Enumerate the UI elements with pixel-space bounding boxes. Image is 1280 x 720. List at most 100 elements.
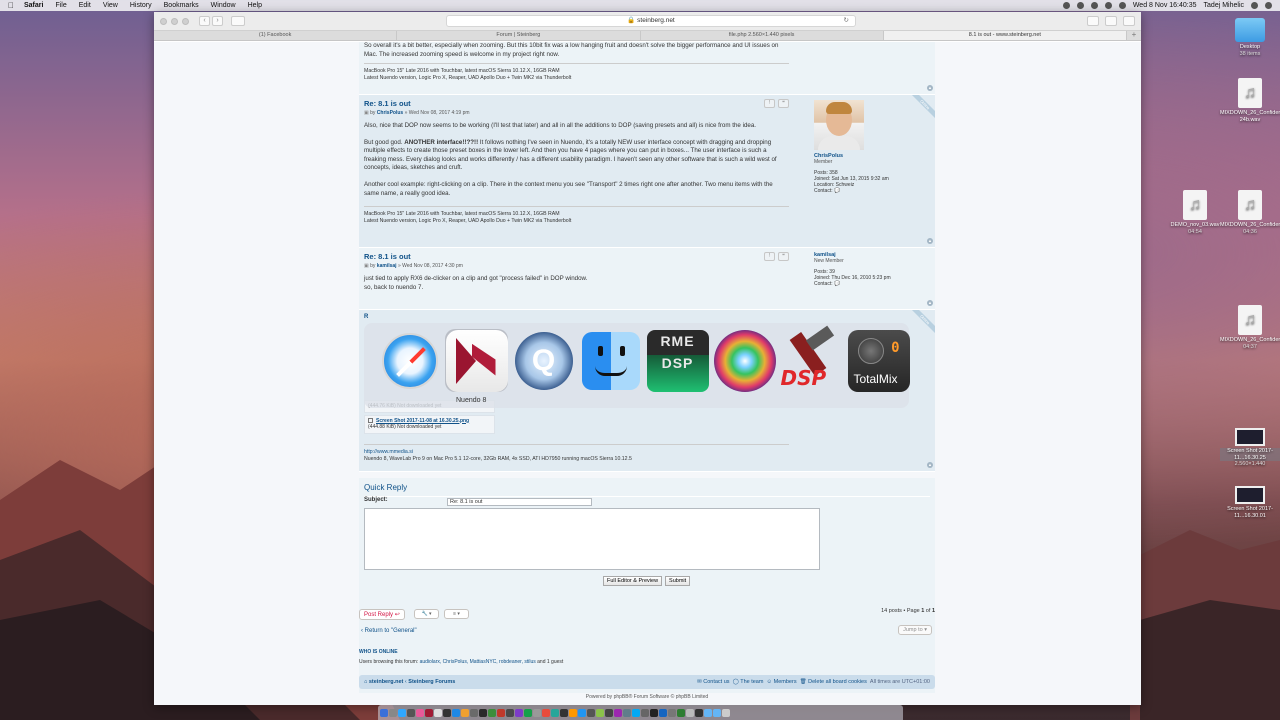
dock-app-icon[interactable]: [659, 708, 667, 717]
desktop-file[interactable]: ♫ MIXDOWN_26_Confidenza-24b.wav: [1220, 78, 1280, 123]
dock-app-icon[interactable]: [623, 708, 631, 717]
contact-link[interactable]: Contact us: [703, 679, 729, 685]
dock-app-icon[interactable]: [380, 708, 388, 717]
tab-8-1-is-out[interactable]: 8.1 is out - www.steinberg.net: [883, 31, 1127, 40]
return-link[interactable]: ‹ Return to "General": [361, 628, 417, 634]
forward-button[interactable]: ›: [212, 16, 223, 26]
quicktime-app[interactable]: Q: [512, 329, 575, 392]
sidebar-toggle-button[interactable]: [231, 16, 245, 26]
dock-app-icon[interactable]: [578, 708, 586, 717]
dock-app-icon[interactable]: [479, 708, 487, 717]
dock-app-icon[interactable]: [533, 708, 541, 717]
status-icon[interactable]: [1090, 2, 1098, 9]
dock-app-icon[interactable]: [461, 708, 469, 717]
dock-app-icon[interactable]: [596, 708, 604, 717]
dock-app-icon[interactable]: [614, 708, 622, 717]
minimize-button[interactable]: [171, 17, 178, 25]
tabs-overview-button[interactable]: [1123, 16, 1135, 26]
share-button[interactable]: [1105, 16, 1117, 26]
menu-safari[interactable]: Safari: [24, 2, 43, 9]
dsp-app[interactable]: DSP: [780, 325, 843, 392]
dock-app-icon[interactable]: [668, 708, 676, 717]
jump-to-dropdown[interactable]: Jump to ▾: [898, 625, 932, 635]
dock-app-icon[interactable]: [524, 708, 532, 717]
tab-facebook[interactable]: (1) Facebook: [154, 31, 398, 40]
dock-app-icon[interactable]: [605, 708, 613, 717]
tab-forum[interactable]: Forum | Steinberg: [397, 31, 641, 40]
dock-app-icon[interactable]: [686, 708, 694, 717]
iris-app[interactable]: [713, 329, 776, 392]
dock-app-icon[interactable]: [506, 708, 514, 717]
dock-app-icon[interactable]: [488, 708, 496, 717]
menu-bookmarks[interactable]: Bookmarks: [164, 2, 199, 9]
volume-icon[interactable]: [1118, 2, 1126, 9]
dock-app-icon[interactable]: [434, 708, 442, 717]
desktop-screenshot[interactable]: Screen Shot 2017-11...16.30.25 2.560×1.4…: [1220, 428, 1280, 468]
apple-menu-icon[interactable]: : [8, 1, 14, 10]
desktop-file[interactable]: ♫ MIXDOWN_26_Confidenza.wav 04:36: [1220, 190, 1280, 235]
menu-window[interactable]: Window: [211, 2, 236, 9]
members-link[interactable]: Members: [774, 679, 797, 685]
dock-app-icon[interactable]: [569, 708, 577, 717]
audio-file-icon: ♫: [1238, 78, 1262, 108]
close-button[interactable]: [160, 17, 167, 25]
tab-file[interactable]: file.php 2.560×1.440 pixels: [641, 31, 884, 40]
dock-app-icon[interactable]: [695, 708, 703, 717]
menu-view[interactable]: View: [103, 2, 118, 9]
dock-app-icon[interactable]: [560, 708, 568, 717]
totalmix-app[interactable]: 0 TotalMix: [847, 329, 910, 392]
status-icon[interactable]: [1062, 2, 1070, 9]
back-button[interactable]: ‹: [199, 16, 210, 26]
menu-file[interactable]: File: [55, 2, 66, 9]
nuendo-app[interactable]: [445, 329, 508, 392]
download-button[interactable]: [1087, 16, 1099, 26]
sort-button[interactable]: ≡ ▾: [444, 609, 469, 619]
dock-app-icon[interactable]: [389, 708, 397, 717]
dock-app-icon[interactable]: [416, 708, 424, 717]
crumb-forums[interactable]: Steinberg Forums: [408, 679, 455, 685]
menu-help[interactable]: Help: [248, 2, 262, 9]
notification-center-icon[interactable]: [1265, 2, 1272, 9]
dock-app-icon[interactable]: [632, 708, 640, 717]
dock-folder-icon[interactable]: [704, 708, 712, 717]
post-reply-button[interactable]: Post Reply ↩: [359, 609, 405, 620]
dock-app-icon[interactable]: [452, 708, 460, 717]
team-link[interactable]: The team: [740, 679, 763, 685]
desktop-file[interactable]: ♫ DEMO_nov_03.wav 04:54: [1165, 190, 1225, 235]
dock-app-icon[interactable]: [425, 708, 433, 717]
topic-tools-button[interactable]: 🔧 ▾: [414, 609, 439, 619]
desktop-folder[interactable]: Desktop 38 items: [1220, 18, 1280, 57]
dock-folder-icon[interactable]: [713, 708, 721, 717]
reload-icon[interactable]: ↻: [844, 16, 849, 26]
finder-app[interactable]: [579, 329, 642, 392]
crumb-steinberg[interactable]: steinberg.net: [369, 679, 404, 685]
dock-app-icon[interactable]: [551, 708, 559, 717]
rme-digicheck-app[interactable]: RME DSP: [646, 329, 709, 392]
dock-app-icon[interactable]: [650, 708, 658, 717]
dock-app-icon[interactable]: [677, 708, 685, 717]
dock-app-icon[interactable]: [542, 708, 550, 717]
dock-app-icon[interactable]: [407, 708, 415, 717]
spotlight-icon[interactable]: [1251, 2, 1258, 9]
new-tab-button[interactable]: +: [1127, 31, 1141, 40]
zoom-button[interactable]: [182, 17, 189, 25]
dock-app-icon[interactable]: [497, 708, 505, 717]
desktop-file[interactable]: ♫ MIXDOWN_26_Confidenza.wav 04:37: [1220, 305, 1280, 350]
menu-edit[interactable]: Edit: [79, 2, 91, 9]
trash-icon[interactable]: [722, 708, 730, 717]
safari-app[interactable]: [378, 329, 441, 392]
dock-app-icon[interactable]: [641, 708, 649, 717]
dock-app-icon[interactable]: [587, 708, 595, 717]
status-icon[interactable]: [1076, 2, 1084, 9]
dock-app-icon[interactable]: [443, 708, 451, 717]
delete-cookies-link[interactable]: Delete all board cookies: [808, 679, 867, 685]
clock[interactable]: Wed 8 Nov 16:40:35: [1133, 2, 1197, 9]
address-bar[interactable]: 🔒 steinberg.net ↻: [446, 15, 856, 27]
dock-app-icon[interactable]: [470, 708, 478, 717]
dock-app-icon[interactable]: [515, 708, 523, 717]
dock-app-icon[interactable]: [398, 708, 406, 717]
menu-history[interactable]: History: [130, 2, 152, 9]
user-name[interactable]: Tadej Mihelic: [1204, 2, 1244, 9]
desktop-screenshot[interactable]: Screen Shot 2017-11...16.30.01: [1220, 486, 1280, 519]
wifi-icon[interactable]: [1104, 2, 1112, 9]
